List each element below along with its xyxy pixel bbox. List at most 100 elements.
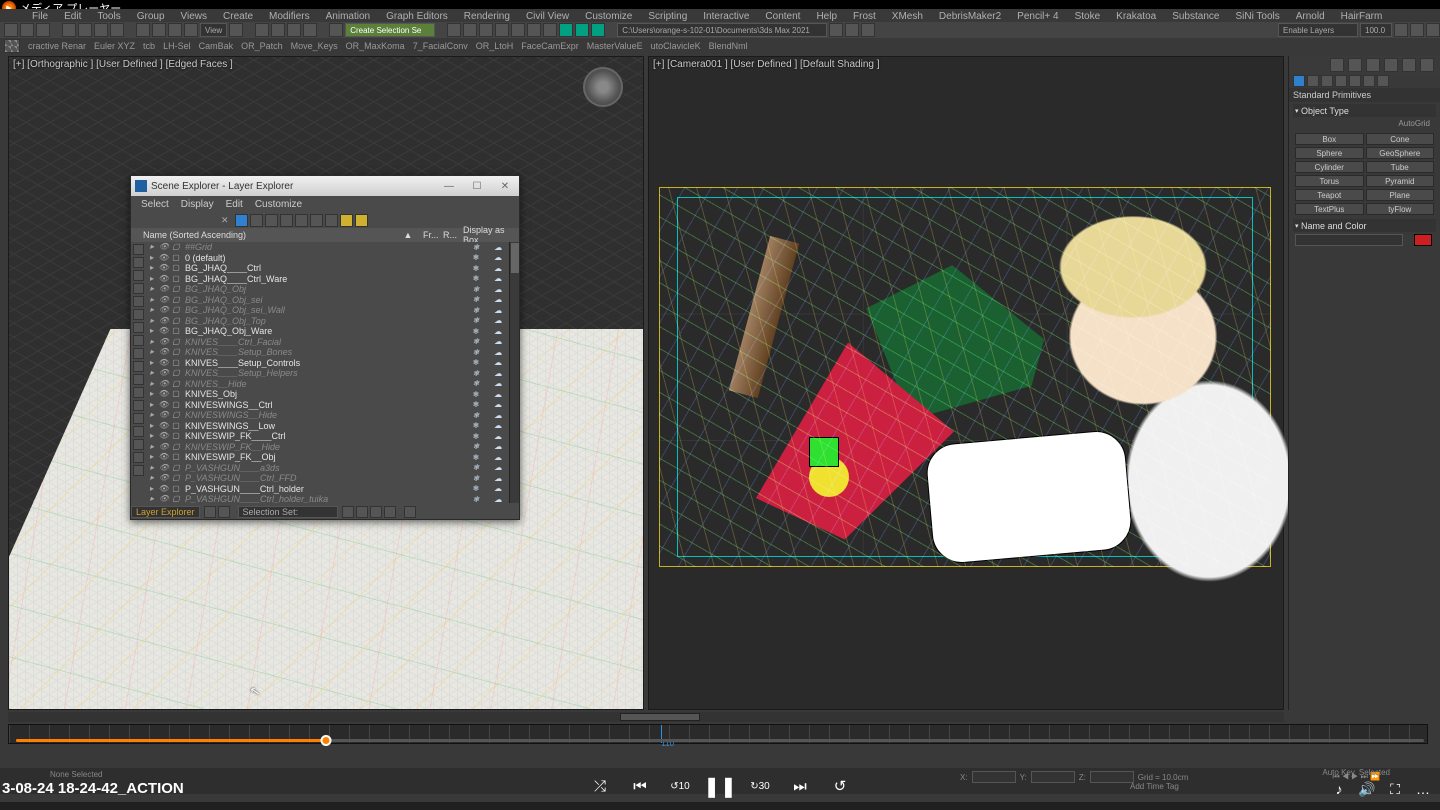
selection-set-dropdown[interactable]: Selection Set:: [238, 506, 338, 518]
scene-explorer-titlebar[interactable]: Scene Explorer - Layer Explorer — ☐ ✕: [131, 176, 519, 196]
volume-icon[interactable]: 🔊: [1358, 780, 1376, 798]
expand-arrow-icon[interactable]: ▸: [147, 421, 157, 431]
expand-arrow-icon[interactable]: ▸: [147, 295, 157, 305]
render-icon[interactable]: ☁: [487, 264, 509, 273]
expand-arrow-icon[interactable]: ▸: [147, 442, 157, 452]
helpers-icon[interactable]: [1349, 75, 1361, 87]
se-filter-icon-12[interactable]: [133, 400, 144, 411]
tb2-move-keys[interactable]: Move_Keys: [291, 41, 338, 51]
header-name[interactable]: Name (Sorted Ascending): [143, 230, 393, 240]
create-pyramid-button[interactable]: Pyramid: [1366, 175, 1435, 187]
render-icon[interactable]: ☁: [487, 348, 509, 357]
menu-debrismaker2[interactable]: DebrisMaker2: [939, 11, 1001, 22]
render-icon[interactable]: ☁: [487, 453, 509, 462]
se-filter-icon-9[interactable]: [133, 361, 144, 372]
geometry-icon[interactable]: [1293, 75, 1305, 87]
freeze-icon[interactable]: ❄: [465, 327, 487, 336]
layer-name[interactable]: KNIVES____Setup_Bones: [183, 347, 465, 357]
visibility-eye-icon[interactable]: 👁: [159, 326, 169, 336]
layer-name[interactable]: P_VASHGUN____Ctrl_holder_tuika: [183, 494, 465, 503]
visibility-eye-icon[interactable]: 👁: [159, 316, 169, 326]
menu-create[interactable]: Create: [223, 11, 253, 22]
layer-name[interactable]: 0 (default): [183, 253, 465, 263]
visibility-eye-icon[interactable]: 👁: [159, 253, 169, 263]
project-path-field[interactable]: C:\Users\orange-s-102-01\Documents\3ds M…: [617, 23, 827, 37]
expand-arrow-icon[interactable]: ▸: [147, 410, 157, 420]
media-player-right-controls[interactable]: ♪🔊⛶…: [1330, 780, 1432, 798]
layer-name[interactable]: KNIVESWINGS__Low: [183, 421, 465, 431]
se-filter-icon-6[interactable]: [133, 322, 144, 333]
autokey-button[interactable]: Auto Key: [1322, 768, 1354, 777]
expand-arrow-icon[interactable]: ▸: [147, 284, 157, 294]
scene-explorer-footer[interactable]: Layer Explorer Selection Set:: [131, 505, 519, 519]
layer-row[interactable]: ▸👁▢KNIVESWINGS__Ctrl❄☁: [145, 400, 509, 411]
tb2-lh-sel[interactable]: LH-Sel: [163, 41, 191, 51]
tb2-cractive-renar[interactable]: cractive Renar: [28, 41, 86, 51]
visibility-eye-icon[interactable]: 👁: [159, 421, 169, 431]
freeze-icon[interactable]: ❄: [465, 295, 487, 304]
menu-pencil-4[interactable]: Pencil+ 4: [1017, 11, 1058, 22]
rollout-object-type[interactable]: Object Type: [1293, 104, 1436, 117]
layer-row[interactable]: ▸👁▢P_VASHGUN____Ctrl_holder_tuika❄☁: [145, 494, 509, 503]
render-icon[interactable]: ☁: [487, 421, 509, 430]
scene-explorer-toolbar[interactable]: ✕: [131, 212, 519, 228]
select-window-button[interactable]: [110, 23, 124, 37]
viewport-left-label[interactable]: [+] [Orthographic ] [User Defined ] [Edg…: [13, 59, 233, 70]
freeze-icon[interactable]: ❄: [465, 484, 487, 493]
se-filter-icon-11[interactable]: [133, 387, 144, 398]
link-button[interactable]: [36, 23, 50, 37]
freeze-icon[interactable]: ❄: [465, 474, 487, 483]
toggle-ribbon-button[interactable]: [495, 23, 509, 37]
material-editor-button[interactable]: [543, 23, 557, 37]
render-icon[interactable]: ☁: [487, 253, 509, 262]
se-filter-icon-14[interactable]: [133, 426, 144, 437]
media-player-controls[interactable]: ⤮ ⏮ ↺10 ❚❚ ↻30 ⏭ ↺: [590, 776, 850, 796]
scale-button[interactable]: [168, 23, 182, 37]
layer-row[interactable]: ▸👁▢KNIVESWINGS__Hide❄☁: [145, 410, 509, 421]
panel-maximize-icon[interactable]: ☐: [463, 177, 491, 195]
freeze-icon[interactable]: ❄: [465, 453, 487, 462]
freeze-icon[interactable]: ❄: [465, 348, 487, 357]
se-sync-icon[interactable]: [325, 214, 338, 227]
shapes-icon[interactable]: [1307, 75, 1319, 87]
se-filter-icon-10[interactable]: [133, 374, 144, 385]
visibility-eye-icon[interactable]: 👁: [159, 295, 169, 305]
layer-row[interactable]: ▸👁▢##Grid❄☁: [145, 242, 509, 253]
layer-row[interactable]: ▸👁▢BG_JHAQ____Ctrl❄☁: [145, 263, 509, 274]
freeze-icon[interactable]: ❄: [465, 411, 487, 420]
se-filter-icon-1[interactable]: [133, 257, 144, 268]
se-filter-icon-17[interactable]: [133, 465, 144, 476]
select-button[interactable]: [62, 23, 76, 37]
render-button[interactable]: [591, 23, 605, 37]
freeze-icon[interactable]: ❄: [465, 243, 487, 252]
percent-snap-toggle[interactable]: [287, 23, 301, 37]
scene-explorer-scrollbar[interactable]: [509, 242, 519, 503]
create-subcategory-icons[interactable]: [1289, 74, 1440, 88]
windows-taskbar[interactable]: [0, 802, 1440, 810]
se-menu-select[interactable]: Select: [141, 199, 169, 210]
tb2-cambak[interactable]: CamBak: [199, 41, 234, 51]
coord-z-field[interactable]: [1090, 771, 1134, 783]
layer-row[interactable]: ▸👁▢KNIVES____Setup_Helpers❄☁: [145, 368, 509, 379]
freeze-icon[interactable]: ❄: [465, 274, 487, 283]
se-foot-btn2[interactable]: [218, 506, 230, 518]
rotate-button[interactable]: [152, 23, 166, 37]
menu-arnold[interactable]: Arnold: [1296, 11, 1325, 22]
tb2-7-facialconv[interactable]: 7_FacialConv: [413, 41, 468, 51]
se-filter-icon-3[interactable]: [133, 283, 144, 294]
layer-row[interactable]: ▸👁▢BG_JHAQ_Obj❄☁: [145, 284, 509, 295]
freeze-icon[interactable]: ❄: [465, 442, 487, 451]
tab-utilities-icon[interactable]: [1420, 58, 1434, 72]
layer-name[interactable]: ##Grid: [183, 242, 465, 252]
coord-y-field[interactable]: [1031, 771, 1075, 783]
tb2-blendnml[interactable]: BlendNml: [709, 41, 748, 51]
render-icon[interactable]: ☁: [487, 474, 509, 483]
freeze-icon[interactable]: ❄: [465, 432, 487, 441]
menu-substance[interactable]: Substance: [1172, 11, 1219, 22]
panel-close-icon[interactable]: ✕: [491, 177, 519, 195]
freeze-icon[interactable]: ❄: [465, 379, 487, 388]
visibility-eye-icon[interactable]: 👁: [159, 442, 169, 452]
layer-name[interactable]: BG_JHAQ____Ctrl_Ware: [183, 274, 465, 284]
snap-toggle[interactable]: [255, 23, 269, 37]
freeze-icon[interactable]: ❄: [465, 421, 487, 430]
